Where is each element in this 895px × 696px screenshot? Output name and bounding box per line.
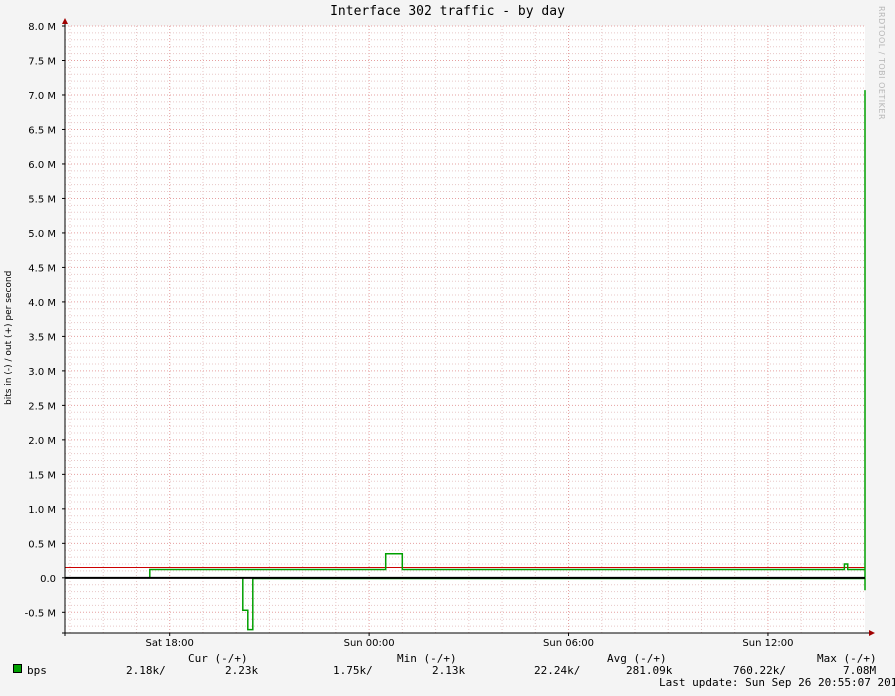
- x-tick-label: Sun 06:00: [543, 638, 594, 649]
- y-tick-label: 5.0 M: [28, 229, 56, 240]
- y-axis-arrow: [62, 18, 68, 24]
- y-tick-label: 1.5 M: [28, 470, 56, 481]
- legend-min-in: 1.75k/: [333, 664, 373, 677]
- y-tick-label: 5.5 M: [28, 194, 56, 205]
- y-tick-label: 6.0 M: [28, 160, 56, 171]
- y-tick-label: 8.0 M: [28, 22, 56, 33]
- x-ticks: Sat 18:00Sun 00:00Sun 06:00Sun 12:00Sun …: [145, 633, 793, 649]
- y-tick-label: 2.5 M: [28, 401, 56, 412]
- x-tick-label: Sun 00:00: [344, 638, 395, 649]
- y-tick-label: 4.5 M: [28, 263, 56, 274]
- y-tick-label: 4.0 M: [28, 298, 56, 309]
- y-tick-label: 2.0 M: [28, 436, 56, 447]
- y-ticks: -0.5 M 0.0 0.5 M 1.0 M 1.5 M 2.0 M 2.5 M 3.0 M 3…: [25, 22, 65, 619]
- y-tick-label: 0.0: [40, 574, 56, 585]
- x-tick-label: Sun 12:00: [742, 638, 793, 649]
- y-tick-label: 7.0 M: [28, 91, 56, 102]
- chart-plot: -0.5 M 0.0 0.5 M 1.0 M 1.5 M 2.0 M 2.5 M 3.0 M 3…: [25, 18, 875, 649]
- legend-swatch: [13, 664, 22, 673]
- legend-cur-out: 2.23k: [225, 664, 259, 677]
- graph-window: Interface 302 traffic - by day RRDTOOL /…: [0, 0, 895, 696]
- y-tick-label: 7.5 M: [28, 56, 56, 67]
- y-tick-label: 0.5 M: [28, 539, 56, 550]
- y-tick-label: -0.5 M: [25, 608, 56, 619]
- last-update: Last update: Sun Sep 26 20:55:07 2010: [659, 676, 895, 689]
- y-tick-label: 6.5 M: [28, 125, 56, 136]
- x-axis-arrow: [869, 630, 875, 636]
- legend-series-label: bps: [27, 664, 47, 677]
- x-tick-label: Sat 18:00: [145, 638, 193, 649]
- legend-avg-in: 22.24k/: [534, 664, 581, 677]
- legend-cur-in: 2.18k/: [126, 664, 166, 677]
- y-tick-label: 3.0 M: [28, 367, 56, 378]
- legend-min-out: 2.13k: [432, 664, 466, 677]
- y-tick-label: 1.0 M: [28, 505, 56, 516]
- y-tick-label: 3.5 M: [28, 332, 56, 343]
